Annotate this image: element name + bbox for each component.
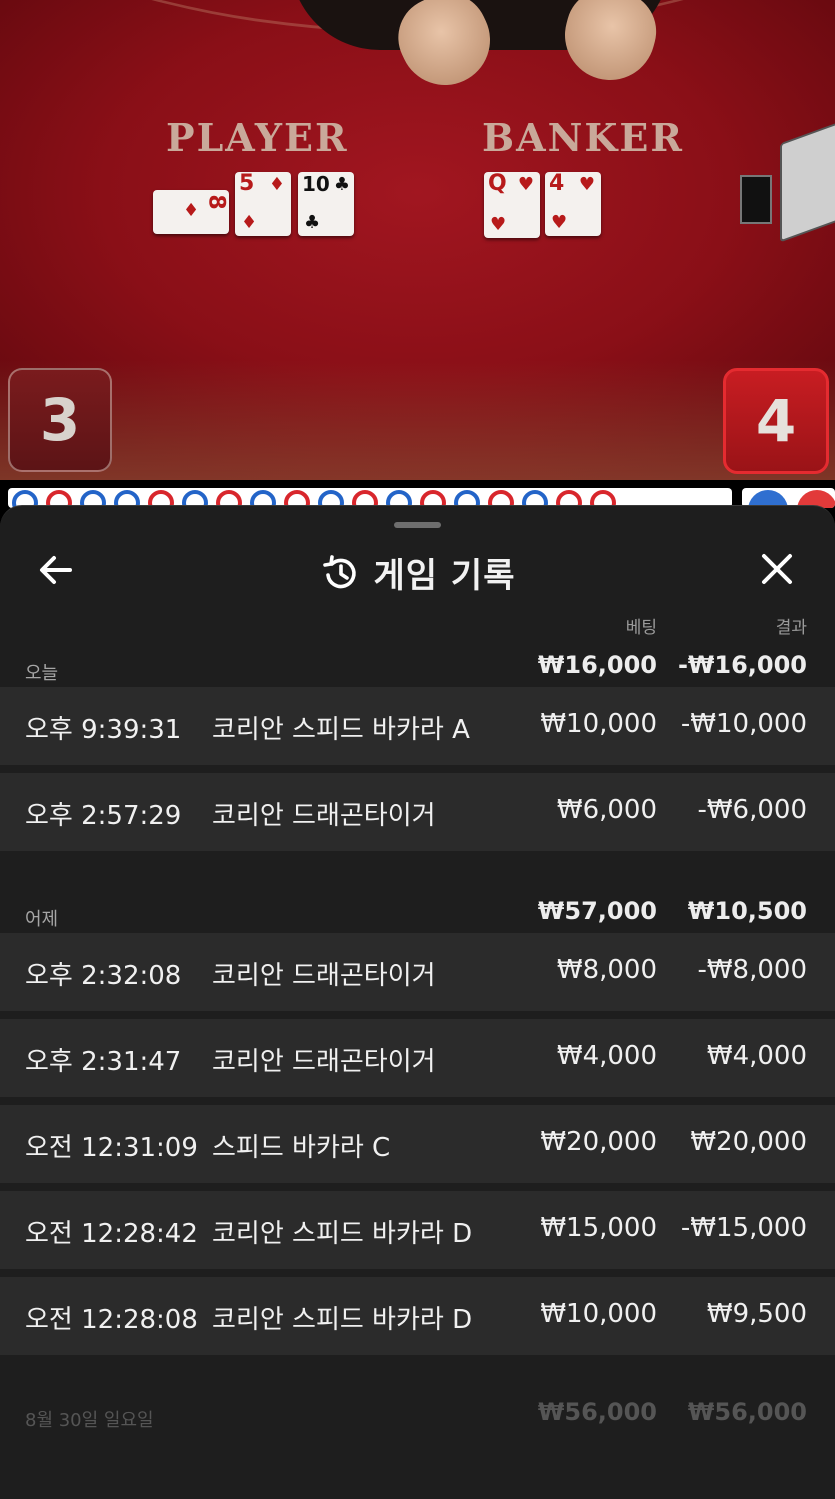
history-row[interactable]: 오후 9:39:31 코리안 스피드 바카라 A ₩10,000 -₩10,00… <box>0 687 835 765</box>
history-group-aug-30: 8월 30일 일요일 ₩56,000 ₩56,000 <box>0 1396 835 1434</box>
row-bet: ₩15,000 <box>540 1213 657 1243</box>
group-bet-total: ₩56,000 <box>537 1398 657 1426</box>
column-bet-header: 베팅 <box>625 618 657 638</box>
close-button[interactable] <box>758 550 796 588</box>
row-game-name: 코리안 드래곤타이거 <box>212 1047 436 1077</box>
row-result: -₩6,000 <box>697 795 807 825</box>
row-result: -₩10,000 <box>680 709 807 739</box>
row-game-name: 스피드 바카라 C <box>212 1133 391 1163</box>
history-row[interactable]: 오전 12:31:09 스피드 바카라 C ₩20,000 ₩20,000 <box>0 1105 835 1183</box>
group-result-total: ₩56,000 <box>687 1398 807 1426</box>
row-time: 오전 12:28:08 <box>25 1305 198 1335</box>
history-row[interactable]: 오전 12:28:42 코리안 스피드 바카라 D ₩15,000 -₩15,0… <box>0 1191 835 1269</box>
close-icon <box>762 554 792 584</box>
row-time: 오후 9:39:31 <box>25 715 182 745</box>
sheet-header: 게임 기록 <box>0 536 835 602</box>
group-header: 어제 ₩57,000 ₩10,500 <box>0 895 835 933</box>
row-result: ₩4,000 <box>706 1041 807 1071</box>
history-row[interactable]: 오후 2:31:47 코리안 드래곤타이거 ₩4,000 ₩4,000 <box>0 1019 835 1097</box>
row-bet: ₩20,000 <box>540 1127 657 1157</box>
group-bet-total: ₩57,000 <box>537 897 657 925</box>
row-result: ₩20,000 <box>690 1127 807 1157</box>
banker-score: 4 <box>723 368 829 474</box>
row-bet: ₩8,000 <box>556 955 657 985</box>
history-row[interactable]: 오후 2:32:08 코리안 드래곤타이거 ₩8,000 -₩8,000 <box>0 933 835 1011</box>
live-game-video: PLAYER BANKER 8 ♦ 5 ♦ ♦ 10 ♣ ♣ Q ♥ ♥ 4 ♥… <box>0 0 835 480</box>
row-bet: ₩10,000 <box>540 709 657 739</box>
row-result: -₩8,000 <box>697 955 807 985</box>
player-card-1: 8 ♦ <box>153 190 229 234</box>
column-result-header: 결과 <box>775 618 807 638</box>
banker-card-1: Q ♥ ♥ <box>484 172 540 238</box>
game-history-sheet: 게임 기록 베팅 결과 오늘 ₩16,000 -₩16,000 오후 9:39:… <box>0 505 835 1499</box>
group-date-label: 어제 <box>25 909 59 930</box>
player-label: PLAYER <box>166 115 349 160</box>
history-row[interactable]: 오전 12:28:08 코리안 스피드 바카라 D ₩10,000 ₩9,500 <box>0 1277 835 1355</box>
group-bet-total: ₩16,000 <box>537 651 657 679</box>
row-time: 오후 2:32:08 <box>25 961 182 991</box>
group-header: 오늘 ₩16,000 -₩16,000 <box>0 649 835 687</box>
row-result: ₩9,500 <box>706 1299 807 1329</box>
history-row[interactable]: 오후 2:57:29 코리안 드래곤타이거 ₩6,000 -₩6,000 <box>0 773 835 851</box>
history-group-today: 오늘 ₩16,000 -₩16,000 오후 9:39:31 코리안 스피드 바… <box>0 649 835 859</box>
row-game-name: 코리안 스피드 바카라 A <box>212 715 470 745</box>
row-time: 오후 2:57:29 <box>25 801 182 831</box>
group-date-label: 8월 30일 일요일 <box>25 1410 154 1431</box>
sheet-drag-handle[interactable] <box>394 522 441 528</box>
row-bet: ₩10,000 <box>540 1299 657 1329</box>
column-headers: 베팅 결과 <box>0 613 835 638</box>
row-game-name: 코리안 스피드 바카라 D <box>212 1305 473 1335</box>
card-shoe <box>740 116 835 243</box>
banker-label: BANKER <box>482 115 684 160</box>
row-time: 오전 12:31:09 <box>25 1133 198 1163</box>
group-header: 8월 30일 일요일 ₩56,000 ₩56,000 <box>0 1396 835 1434</box>
row-game-name: 코리안 드래곤타이거 <box>212 961 436 991</box>
row-time: 오전 12:28:42 <box>25 1219 198 1249</box>
row-time: 오후 2:31:47 <box>25 1047 182 1077</box>
history-icon <box>322 554 356 588</box>
player-card-3: 10 ♣ ♣ <box>298 172 354 236</box>
group-date-label: 오늘 <box>25 663 59 684</box>
row-game-name: 코리안 스피드 바카라 D <box>212 1219 473 1249</box>
player-score: 3 <box>8 368 112 472</box>
group-result-total: -₩16,000 <box>677 651 807 679</box>
history-group-yesterday: 어제 ₩57,000 ₩10,500 오후 2:32:08 코리안 드래곤타이거… <box>0 895 835 1363</box>
sheet-title: 게임 기록 <box>373 556 516 596</box>
banker-card-2: 4 ♥ ♥ <box>545 172 601 236</box>
row-bet: ₩4,000 <box>556 1041 657 1071</box>
group-result-total: ₩10,500 <box>687 897 807 925</box>
row-game-name: 코리안 드래곤타이거 <box>212 801 436 831</box>
dealer-hand-right <box>554 0 666 91</box>
row-bet: ₩6,000 <box>556 795 657 825</box>
player-card-2: 5 ♦ ♦ <box>235 172 291 236</box>
row-result: -₩15,000 <box>680 1213 807 1243</box>
